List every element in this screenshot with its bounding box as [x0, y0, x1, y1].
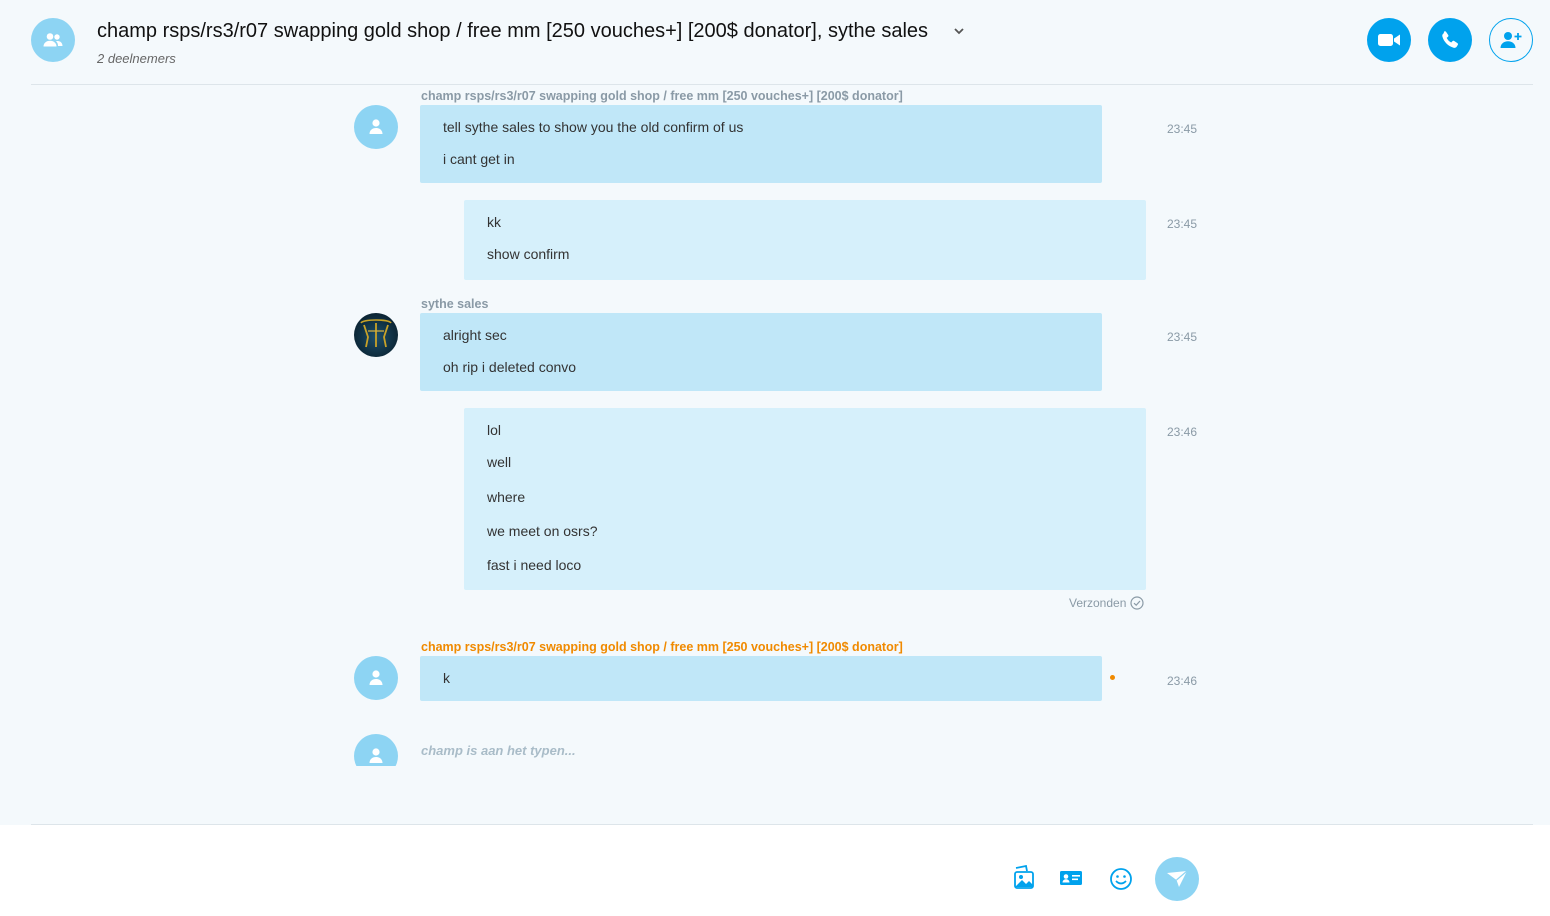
participants-count[interactable]: 2 deelnemers [97, 51, 176, 66]
message-text: kk [487, 214, 501, 230]
message-bubble[interactable]: k [420, 656, 1102, 701]
conversation-header: champ rsps/rs3/r07 swapping gold shop / … [0, 0, 1550, 85]
sender-name[interactable]: champ rsps/rs3/r07 swapping gold shop / … [421, 89, 903, 103]
send-contact-button[interactable] [1057, 866, 1085, 890]
unread-indicator [1110, 675, 1115, 680]
contact-card-icon [1060, 871, 1082, 885]
message-bubble[interactable]: alright sec oh rip i deleted convo [420, 313, 1102, 391]
add-person-icon [1500, 32, 1522, 48]
group-icon [43, 33, 63, 47]
person-icon [369, 670, 383, 685]
avatar[interactable] [354, 656, 398, 700]
message-bubble-outgoing[interactable]: lol well where we meet on osrs? fast i n… [464, 408, 1146, 590]
message-bubble[interactable]: tell sythe sales to show you the old con… [420, 105, 1102, 183]
message-timestamp: 23:45 [1167, 122, 1198, 136]
message-text: tell sythe sales to show you the old con… [443, 119, 744, 135]
message-timestamp: 23:46 [1167, 674, 1198, 688]
message-text: alright sec [443, 327, 507, 343]
conversation-title[interactable]: champ rsps/rs3/r07 swapping gold shop / … [97, 20, 928, 43]
image-icon [1014, 865, 1034, 889]
sender-name[interactable]: champ rsps/rs3/r07 swapping gold shop / … [421, 640, 903, 654]
status-text: Verzonden [1069, 596, 1127, 610]
check-circle-icon [1130, 596, 1144, 610]
message-text: show confirm [487, 246, 570, 263]
person-icon [369, 119, 383, 134]
avatar[interactable] [354, 313, 398, 357]
send-button[interactable] [1155, 857, 1199, 901]
message-composer[interactable] [0, 825, 1550, 916]
message-bubble-outgoing[interactable]: kk show confirm [464, 200, 1146, 280]
message-text: lol [487, 422, 502, 438]
message-text: we meet on osrs? [487, 522, 598, 539]
avatar [354, 734, 398, 766]
message-text: fast i need loco [487, 557, 582, 574]
typing-indicator: champ is aan het typen... [421, 743, 576, 758]
message-text: oh rip i deleted convo [443, 359, 577, 376]
profile-picture [360, 319, 392, 348]
message-status: Verzonden [1069, 596, 1144, 610]
audio-call-button[interactable] [1428, 18, 1472, 62]
message-timestamp: 23:45 [1167, 217, 1198, 231]
group-avatar[interactable] [31, 18, 75, 62]
message-text: where [487, 488, 526, 505]
sender-name[interactable]: sythe sales [421, 297, 488, 311]
message-text: well [487, 454, 512, 471]
message-text: i cant get in [443, 151, 515, 168]
add-participant-button[interactable] [1489, 18, 1533, 62]
avatar[interactable] [354, 105, 398, 149]
video-camera-icon [1378, 34, 1400, 46]
chevron-down-icon[interactable] [952, 26, 966, 36]
video-call-button[interactable] [1367, 18, 1411, 62]
message-timestamp: 23:45 [1167, 330, 1198, 344]
message-timestamp: 23:46 [1167, 425, 1198, 439]
emoji-button[interactable] [1108, 866, 1134, 892]
person-icon [369, 748, 383, 763]
header-divider [31, 84, 1533, 85]
message-text: k [443, 670, 450, 686]
typing-avatar [354, 734, 398, 766]
send-image-button[interactable] [1010, 864, 1038, 892]
send-icon [1167, 870, 1188, 887]
emoji-icon [1110, 868, 1132, 890]
phone-icon [1442, 31, 1459, 48]
